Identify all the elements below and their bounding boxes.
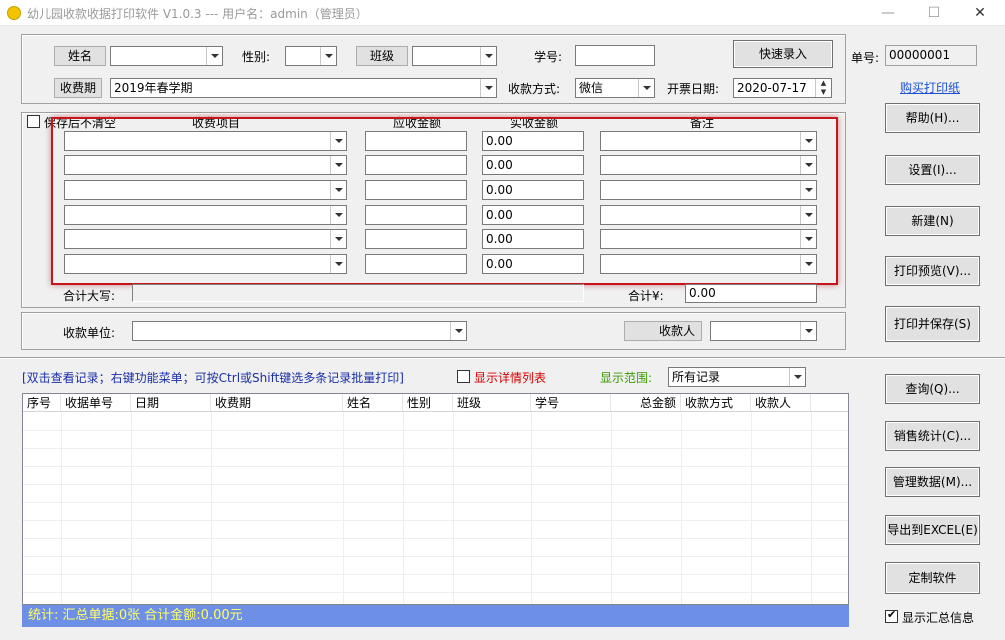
check-icon: ✔ [887,608,896,621]
header-amount-due: 应收金额 [393,114,441,131]
amount-due-input[interactable] [365,180,467,200]
col-fee-period[interactable]: 收费期 [211,394,343,411]
keep-after-save-label: 保存后不清空 [44,114,116,131]
window-title: 幼儿园收款收据打印软件 V1.0.3 --- 用户名：admin（管理员） [27,5,368,22]
quick-entry-button[interactable]: 快速录入 [733,40,833,68]
item-combo-row[interactable] [64,131,347,151]
col-class[interactable]: 班级 [453,394,531,411]
amount-due-input[interactable] [365,131,467,151]
keep-after-save-checkbox[interactable] [27,115,40,128]
gender-combo[interactable] [285,46,337,66]
total-chinese-value [132,284,584,302]
records-hint: [双击查看记录；右键功能菜单；可按Ctrl或Shift键选多条记录批量打印] [22,369,404,386]
amount-due-input[interactable] [365,229,467,249]
sales-stats-button[interactable]: 销售统计(C)... [885,421,980,451]
note-combo[interactable] [600,180,817,200]
note-combo[interactable] [600,229,817,249]
summary-status-bar: 统计: 汇总单据:0张 合计金额:0.00元 [22,605,849,627]
amount-paid-input[interactable]: 0.00 [482,254,584,274]
payee-person-button[interactable]: 收款人 [624,321,702,341]
note-combo[interactable] [600,155,817,175]
show-summary-label: 显示汇总信息 [902,609,974,626]
col-date[interactable]: 日期 [131,394,211,411]
buy-paper-link[interactable]: 购买打印纸 [900,79,960,96]
amount-paid-input[interactable]: 0.00 [482,180,584,200]
export-excel-button[interactable]: 导出到EXCEL(E) [885,515,980,545]
item-combo-row[interactable] [64,205,347,225]
invoice-date-picker[interactable]: 2020-07-17 ▲▼ [733,78,832,98]
section-divider [0,357,1005,359]
fee-period-button[interactable]: 收费期 [54,78,102,98]
payment-method-label: 收款方式: [508,80,560,97]
col-index[interactable]: 序号 [23,394,61,411]
col-receipt-no[interactable]: 收据单号 [61,394,131,411]
maximize-button[interactable]: ☐ [911,0,957,26]
class-button[interactable]: 班级 [356,46,408,66]
total-value: 0.00 [685,284,817,303]
amount-due-input[interactable] [365,205,467,225]
name-button[interactable]: 姓名 [54,46,106,66]
amount-paid-input[interactable]: 0.00 [482,229,584,249]
order-no-label: 单号: [851,49,879,66]
show-summary-checkbox[interactable]: ✔ [885,610,898,623]
amount-paid-input[interactable]: 0.00 [482,131,584,151]
payment-method-combo[interactable]: 微信 [575,78,655,98]
minimize-button[interactable]: — [865,0,911,26]
note-combo[interactable] [600,131,817,151]
note-combo[interactable] [600,254,817,274]
col-total-amount[interactable]: 总金额 [611,394,681,411]
new-button[interactable]: 新建(N) [885,206,980,236]
custom-software-button[interactable]: 定制软件 [885,562,980,594]
invoice-date-label: 开票日期: [667,80,719,97]
range-combo[interactable]: 所有记录 [668,367,806,387]
print-preview-button[interactable]: 打印预览(V)... [885,256,980,286]
col-filler [811,394,848,411]
settings-button[interactable]: 设置(I)... [885,155,980,185]
manage-data-button[interactable]: 管理数据(M)... [885,467,980,497]
col-student-id[interactable]: 学号 [531,394,611,411]
app-icon [7,6,21,20]
fee-period-combo[interactable]: 2019年春学期 [110,78,497,98]
amount-due-input[interactable] [365,254,467,274]
item-combo-row[interactable] [64,180,347,200]
payee-person-combo[interactable] [710,321,817,341]
query-button[interactable]: 查询(Q)... [885,374,980,404]
date-spinner-icon[interactable]: ▲▼ [815,79,831,97]
gender-label: 性别: [242,48,270,65]
class-combo[interactable] [412,46,497,66]
col-gender[interactable]: 性别 [403,394,453,411]
table-header: 序号 收据单号 日期 收费期 姓名 性别 班级 学号 总金额 收款方式 收款人 [23,394,848,412]
student-id-input[interactable] [575,45,655,66]
header-fee-item: 收费项目 [192,114,240,131]
item-combo-row[interactable] [64,155,347,175]
payee-unit-combo[interactable] [132,321,467,341]
student-id-label: 学号: [534,48,562,65]
item-combo-row[interactable] [64,229,347,249]
payee-unit-label: 收款单位: [63,324,115,341]
range-label: 显示范围: [600,369,652,386]
total-label: 合计¥: [628,287,664,304]
title-bar: 幼儿园收款收据打印软件 V1.0.3 --- 用户名：admin（管理员） — … [0,0,1005,26]
total-chinese-label: 合计大写: [63,287,115,304]
show-detail-checkbox[interactable] [457,370,470,383]
col-payment-method[interactable]: 收款方式 [681,394,751,411]
help-button[interactable]: 帮助(H)... [885,103,980,133]
print-save-button[interactable]: 打印并保存(S) [885,306,980,342]
item-combo-row[interactable] [64,254,347,274]
header-amount-paid: 实收金额 [510,114,558,131]
name-combo[interactable] [110,46,223,66]
records-table[interactable]: 序号 收据单号 日期 收费期 姓名 性别 班级 学号 总金额 收款方式 收款人 [22,393,849,605]
amount-due-input[interactable] [365,155,467,175]
close-button[interactable]: ✕ [957,0,1003,26]
header-note: 备注 [690,114,714,131]
show-detail-label: 显示详情列表 [474,369,546,386]
order-no-value: 00000001 [885,45,977,66]
col-name[interactable]: 姓名 [343,394,403,411]
col-payee[interactable]: 收款人 [751,394,811,411]
note-combo[interactable] [600,205,817,225]
amount-paid-input[interactable]: 0.00 [482,205,584,225]
amount-paid-input[interactable]: 0.00 [482,155,584,175]
